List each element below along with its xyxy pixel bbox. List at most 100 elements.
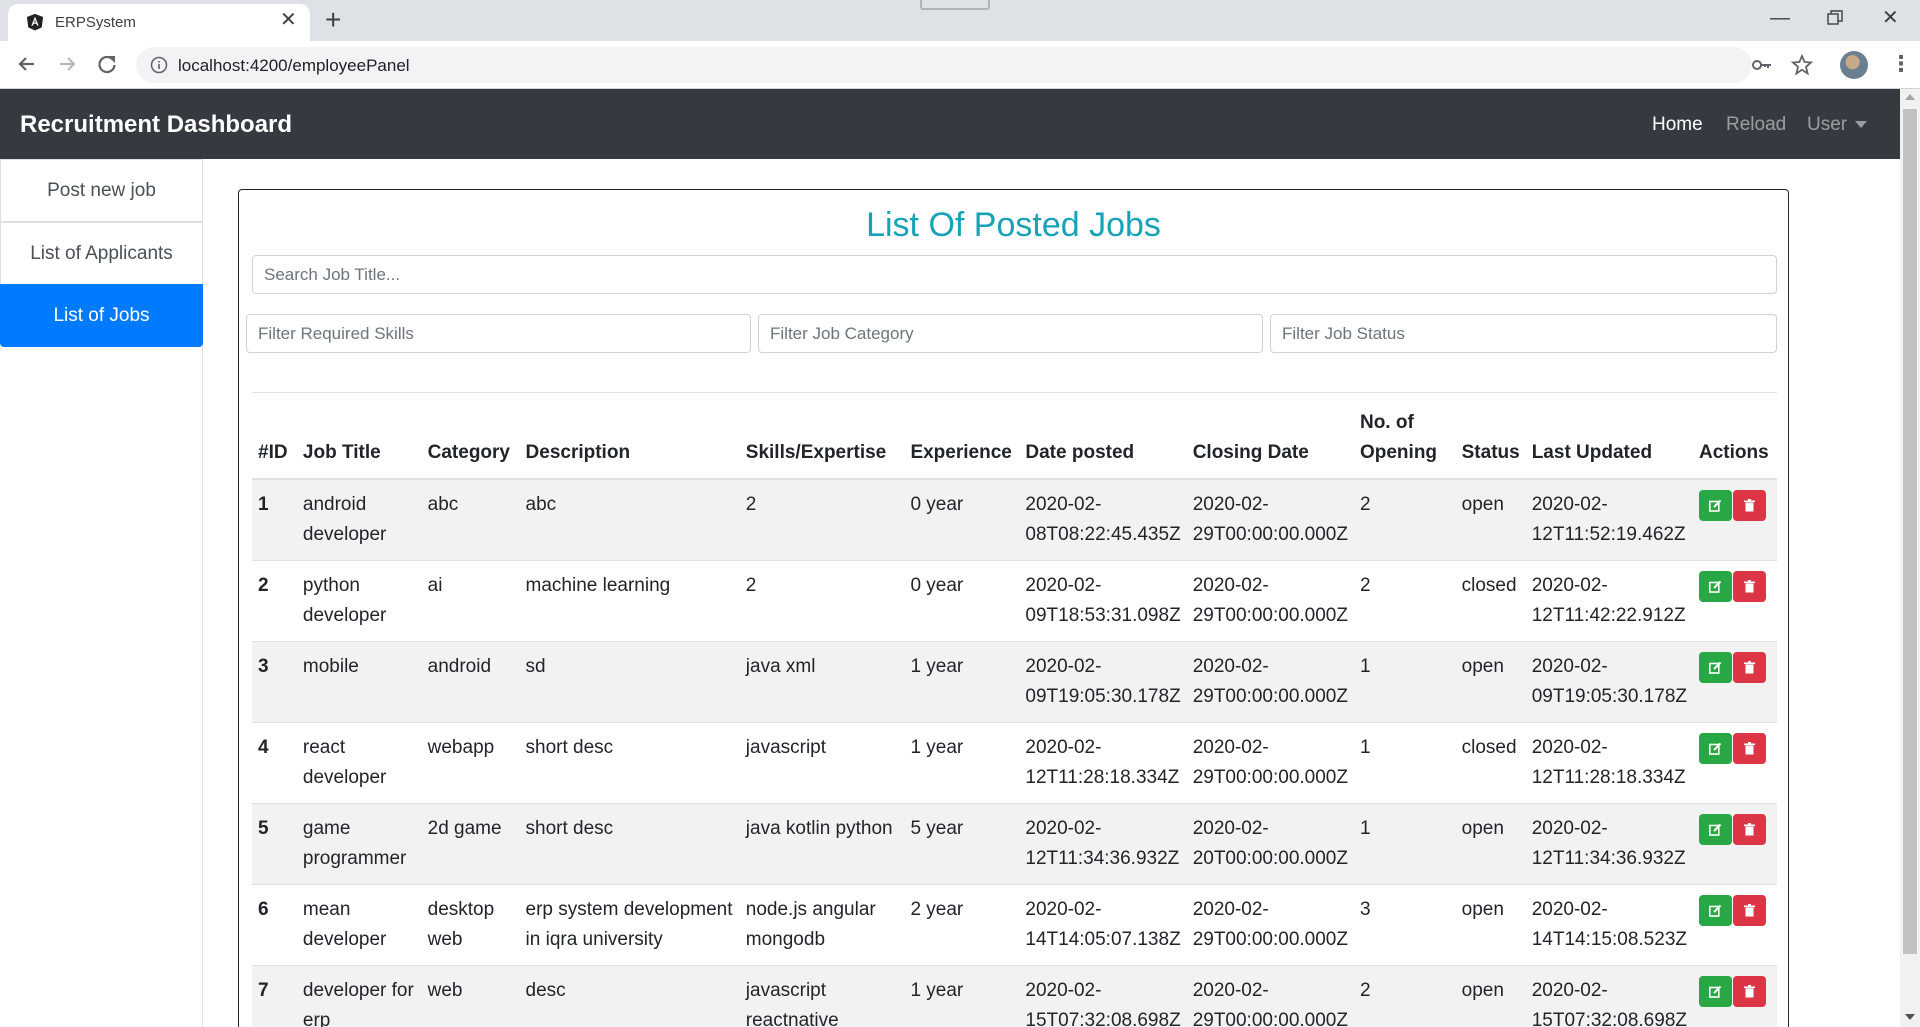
filter-skills-input[interactable] bbox=[246, 314, 751, 353]
new-tab-icon[interactable]: + bbox=[325, 5, 341, 35]
edit-button[interactable] bbox=[1699, 895, 1732, 926]
cell-description: short desc bbox=[519, 722, 740, 804]
cell-skills: javascript bbox=[739, 722, 905, 804]
closing-date-part2: 29T00:00:00.000Z bbox=[1192, 767, 1348, 788]
date-posted-part2: 09T19:05:30.178Z bbox=[1025, 686, 1181, 707]
cell-experience: 0 year bbox=[904, 478, 1020, 561]
table-row[interactable]: 7 developer for erp web desc javascript reac… bbox=[252, 965, 1777, 1027]
header-experience[interactable]: Experience bbox=[904, 400, 1020, 480]
filter-status-input[interactable] bbox=[1270, 314, 1777, 353]
delete-button[interactable] bbox=[1733, 814, 1766, 845]
cell-category: web bbox=[421, 965, 520, 1027]
cell-category: webapp bbox=[421, 722, 520, 804]
delete-button[interactable] bbox=[1733, 490, 1766, 521]
edit-button[interactable] bbox=[1699, 733, 1732, 764]
key-icon[interactable] bbox=[1750, 53, 1774, 77]
cell-id: 3 bbox=[252, 641, 297, 723]
header-date-posted[interactable]: Date posted bbox=[1019, 400, 1187, 480]
table-row[interactable]: 6 mean developer desktop web erp system dev… bbox=[252, 884, 1777, 966]
sidebar-item-list-of-jobs[interactable]: List of Jobs bbox=[0, 284, 203, 347]
jobs-table: #ID Job Title Category Description Skill… bbox=[252, 400, 1777, 1027]
cell-status: open bbox=[1455, 884, 1526, 966]
delete-button[interactable] bbox=[1733, 895, 1766, 926]
browser-toolbar: localhost:4200/employeePanel ⋮ bbox=[0, 41, 1920, 89]
last-updated-part2: 12T11:52:19.462Z bbox=[1531, 524, 1686, 545]
nav-link-home[interactable]: Home bbox=[1652, 114, 1703, 136]
header-status[interactable]: Status bbox=[1455, 400, 1526, 480]
browser-menu-icon[interactable]: ⋮ bbox=[1890, 51, 1912, 77]
table-row[interactable]: 5 game programmer 2d game short desc java ko… bbox=[252, 803, 1777, 885]
cell-status: closed bbox=[1455, 560, 1526, 642]
search-job-title-input[interactable] bbox=[252, 255, 1777, 294]
cell-status: open bbox=[1455, 478, 1526, 561]
delete-button[interactable] bbox=[1733, 733, 1766, 764]
header-id[interactable]: #ID bbox=[252, 400, 297, 480]
scroll-thumb[interactable] bbox=[1903, 109, 1917, 954]
url-text[interactable]: localhost:4200/employeePanel bbox=[178, 56, 410, 76]
scroll-down-icon[interactable] bbox=[1905, 1014, 1915, 1020]
forward-icon[interactable] bbox=[54, 51, 80, 77]
delete-button[interactable] bbox=[1733, 976, 1766, 1007]
cell-category: android bbox=[421, 641, 520, 723]
cell-id: 6 bbox=[252, 884, 297, 966]
delete-button[interactable] bbox=[1733, 652, 1766, 683]
header-closing-date[interactable]: Closing Date bbox=[1186, 400, 1354, 480]
edit-button[interactable] bbox=[1699, 490, 1732, 521]
header-skills[interactable]: Skills/Expertise bbox=[739, 400, 905, 480]
cell-date-posted: 2020-02- 09T19:05:30.178Z bbox=[1019, 641, 1187, 723]
header-last-updated[interactable]: Last Updated bbox=[1525, 400, 1693, 480]
reload-icon[interactable] bbox=[94, 51, 120, 77]
restore-icon[interactable] bbox=[1827, 10, 1843, 26]
cell-description: erp system development in iqra universit… bbox=[519, 884, 740, 966]
edit-button[interactable] bbox=[1699, 814, 1732, 845]
table-row[interactable]: 4 react developer webapp short desc javascri… bbox=[252, 722, 1777, 804]
navbar-brand[interactable]: Recruitment Dashboard bbox=[20, 111, 292, 139]
bookmark-star-icon[interactable] bbox=[1790, 53, 1814, 77]
cell-closing-date: 2020-02- 29T00:00:00.000Z bbox=[1186, 641, 1354, 723]
address-bar[interactable]: localhost:4200/employeePanel bbox=[136, 47, 1752, 83]
header-openings[interactable]: No. of Opening bbox=[1353, 400, 1456, 480]
last-updated-part2: 15T07:32:08.698Z bbox=[1531, 1010, 1687, 1027]
cell-date-posted: 2020-02- 12T11:28:18.334Z bbox=[1019, 722, 1187, 804]
page-scrollbar[interactable] bbox=[1900, 89, 1920, 1027]
edit-button[interactable] bbox=[1699, 652, 1732, 683]
edit-button[interactable] bbox=[1699, 976, 1732, 1007]
cell-skills: javascript reactnative bbox=[739, 965, 905, 1027]
back-icon[interactable] bbox=[14, 51, 40, 77]
profile-avatar[interactable] bbox=[1840, 51, 1868, 79]
sidebar-item-post-new-job[interactable]: Post new job bbox=[0, 159, 203, 222]
sidebar-item-list-of-applicants[interactable]: List of Applicants bbox=[0, 222, 203, 285]
cell-category: desktop web bbox=[421, 884, 520, 966]
tab-close-icon[interactable]: ✕ bbox=[280, 10, 297, 30]
header-description[interactable]: Description bbox=[519, 400, 740, 480]
closing-date-part2: 29T00:00:00.000Z bbox=[1192, 1010, 1348, 1027]
header-category[interactable]: Category bbox=[421, 400, 520, 480]
table-row[interactable]: 3 mobile android sd java xml 1 year 2020-02- 09… bbox=[252, 641, 1777, 723]
cell-skills: java kotlin python bbox=[739, 803, 905, 885]
cell-actions bbox=[1693, 722, 1777, 804]
browser-titlebar: ERPSystem ✕ + — ✕ bbox=[0, 0, 1920, 41]
cell-date-posted: 2020-02- 12T11:34:36.932Z bbox=[1019, 803, 1187, 885]
cell-last-updated: 2020-02- 14T14:15:08.523Z bbox=[1525, 884, 1693, 966]
table-row[interactable]: 2 python developer ai machine learning 2 0 ye… bbox=[252, 560, 1777, 642]
cell-category: 2d game bbox=[421, 803, 520, 885]
filter-category-input[interactable] bbox=[758, 314, 1263, 353]
nav-link-reload[interactable]: Reload bbox=[1726, 114, 1786, 136]
window-drag-handle[interactable] bbox=[920, 0, 990, 10]
window-close-icon[interactable]: ✕ bbox=[1882, 6, 1899, 30]
browser-tab[interactable]: ERPSystem ✕ bbox=[8, 4, 310, 41]
delete-button[interactable] bbox=[1733, 571, 1766, 602]
cell-experience: 1 year bbox=[904, 641, 1020, 723]
last-updated-part1: 2020-02- bbox=[1531, 899, 1608, 920]
cell-openings: 2 bbox=[1353, 965, 1456, 1027]
last-updated-part1: 2020-02- bbox=[1531, 494, 1608, 515]
edit-button[interactable] bbox=[1699, 571, 1732, 602]
cell-status: open bbox=[1455, 965, 1526, 1027]
header-job-title[interactable]: Job Title bbox=[296, 400, 422, 480]
site-info-icon[interactable] bbox=[150, 56, 168, 74]
nav-dropdown-user[interactable]: User bbox=[1807, 114, 1868, 136]
cell-job-title: mean developer bbox=[296, 884, 422, 966]
scroll-up-icon[interactable] bbox=[1905, 94, 1915, 100]
minimize-icon[interactable]: — bbox=[1770, 6, 1790, 30]
table-row[interactable]: 1 android developer abc abc 2 0 year 2020-02- 0… bbox=[252, 478, 1777, 561]
